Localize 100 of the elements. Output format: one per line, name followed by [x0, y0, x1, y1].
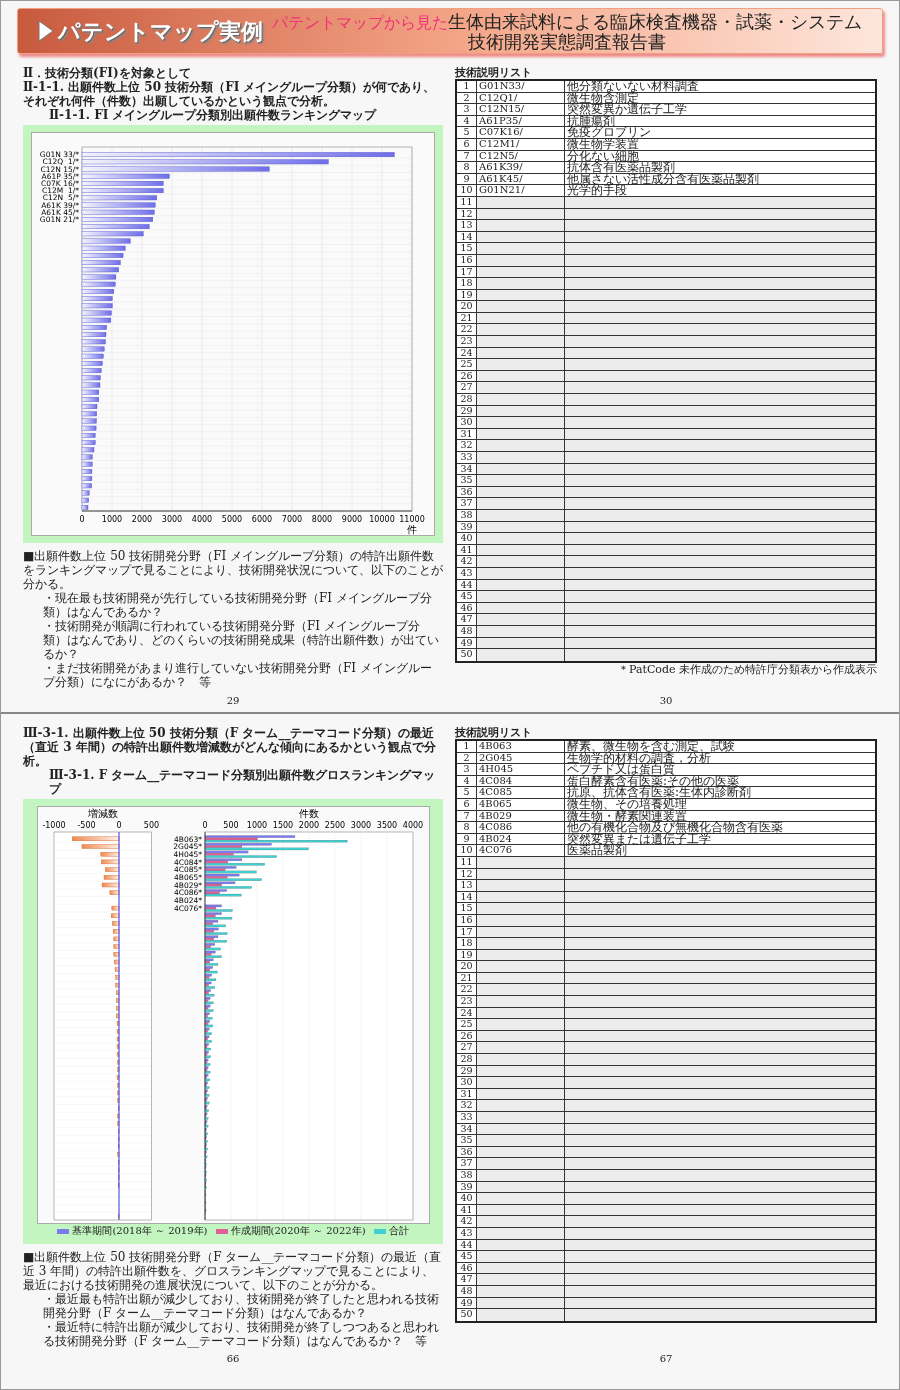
note-bullet: ・最近最も特許出願が減少しており、技術開発が終了したと思われる技術開発分野（F ターム__テーマコード分類）はなんであるか？	[42, 1292, 440, 1320]
banner-subtitle: 生体由来試料による臨床検査機器・試薬・システム	[448, 11, 862, 31]
table-cell: A61K45/	[477, 173, 565, 185]
tick-label: 500	[222, 821, 239, 830]
row-number: 3	[457, 104, 477, 116]
table-cell: C07K16/	[477, 127, 565, 139]
list-title: 技術説明リスト	[455, 726, 533, 739]
note-bullet: ・まだ技術開発があまり進行していない技術開発分野（FI メイングループ分類）になにがあるか？ 等	[42, 661, 433, 689]
table-cell: A61P35/	[477, 115, 565, 127]
table-cell-text: 微生物、その培養処理	[566, 798, 687, 810]
table-cell-text: 微生物学装置	[566, 138, 640, 150]
section-heading: Ⅱ-1-1. 出願件数上位 50 技術分類（FI メイングループ分類）が何であり、それぞれ何件（件数）出願しているかという観点で分析。	[23, 80, 437, 108]
tick-label: 1000	[101, 515, 123, 524]
table-cell-text: 他の有機化合物及び無機化合物含有医薬	[566, 822, 784, 834]
note-bullet: ・最近特に特許出願が減少しており、技術開発が終了しつつあると思われる技術開発分野（F ターム__テーマコード分類）はなんであるか？ 等	[42, 1320, 440, 1348]
chart-title: Ⅲ-3-1. F ターム__テーマコード分類別出願件数グロスランキングマップ	[48, 768, 437, 796]
table-cell-text: 免疫グロブリン	[566, 127, 652, 139]
legend-label: 作成期間(2020年 ～ 2022年)	[230, 1225, 366, 1237]
tick-label: -1000	[41, 821, 66, 830]
table-cell: 4C086	[477, 822, 565, 834]
page-number: 67	[659, 1353, 673, 1366]
table-cell-text: ペプチド又は蛋白質	[566, 764, 675, 776]
table-cell: A61K39/	[477, 162, 565, 174]
row-number: 10	[457, 845, 477, 857]
tick-label: 2000	[298, 821, 319, 830]
chart-title: Ⅱ-1-1. FI メイングループ分類別出願件数ランキングマップ	[48, 108, 378, 122]
tick-label: 0	[201, 821, 208, 830]
row-number: 4	[457, 115, 477, 127]
tick-label: 4000	[402, 821, 423, 830]
note-paragraph: ■出願件数上位 50 技術開発分野（F ターム__テーマコード分類）の最近（直近 3 年間）の特許出願件数を、グロスランキングマップで見ることにより、最近における技術開発の進展状況について、以下のことが分かる。	[23, 1250, 443, 1292]
section-heading: Ⅱ．技術分類(FI)を対象として	[23, 66, 192, 80]
page-number: 66	[226, 1353, 240, 1366]
table-cell: 2G045	[477, 752, 565, 764]
table-cell: G01N33/	[477, 81, 565, 92]
table-cell-text: 微生物・酵素関連装置	[566, 810, 687, 822]
footnote: ＊PatCode 未作成のため特許庁分類表から作成表示	[618, 662, 877, 676]
table-cell-text: 他分類ないない材料調査	[566, 81, 700, 92]
table-cell: 4B024	[477, 833, 565, 845]
legend-label: 基準期間(2018年 ～ 2019年)	[72, 1225, 208, 1237]
row-number: 9	[457, 173, 477, 185]
tick-label: 7000	[281, 515, 303, 524]
tick-label: 3000	[161, 515, 183, 524]
tick-label: 0	[115, 821, 122, 830]
table-cell: C12Q1/	[477, 92, 565, 104]
legend-label: 合計	[388, 1225, 409, 1237]
row-number: 1	[457, 741, 477, 752]
axis-title: 件	[407, 524, 417, 535]
tick-label: 10000	[369, 515, 395, 524]
table-cell-text: 抗体含有医薬品製剤	[566, 162, 675, 174]
table-cell-text: 突然変異または遺伝子工学	[566, 833, 711, 845]
list-title: 技術説明リスト	[455, 66, 533, 79]
tick-label: 5000	[221, 515, 243, 524]
table-cell: 4C085	[477, 787, 565, 799]
row-number: 10	[457, 185, 477, 197]
tick-label: 2500	[324, 821, 345, 830]
row-number: 3	[457, 764, 477, 776]
tick-label: 11000	[399, 515, 425, 524]
tick-label: 4000	[191, 515, 213, 524]
row-number: 7	[457, 150, 477, 162]
row-number: 2	[457, 92, 477, 104]
table-cell-text: 医薬品製剤	[566, 845, 628, 857]
tick-label: 1500	[272, 821, 293, 830]
page-number: 30	[659, 695, 673, 708]
table-cell-text: 抗原、抗体含有医薬:生体内診断剤	[566, 787, 753, 799]
table-cell: C12N15/	[477, 104, 565, 116]
page-number: 29	[226, 695, 240, 708]
row-number: 1	[457, 81, 477, 92]
tick-label: 3500	[376, 821, 397, 830]
row-number: 7	[457, 810, 477, 822]
table-cell: 4B065	[477, 798, 565, 810]
table-cell-text: 抗腫瘍剤	[566, 115, 615, 127]
row-number: 6	[457, 138, 477, 150]
table-cell-text: 他属さない活性成分含有医薬品製剤	[566, 173, 760, 185]
table-cell-text: 微生物含測定	[566, 92, 639, 104]
axis-title: 増減数	[87, 808, 118, 819]
row-number: 6	[457, 798, 477, 810]
table-cell: 4B063	[477, 741, 565, 752]
row-number: 8	[457, 822, 477, 834]
table-cell-text: 光学的手段	[566, 185, 627, 197]
table-cell: 4B029	[477, 810, 565, 822]
note-bullet: ・技術開発が順調に行われている技術開発分野（FI メイングループ分類）はなんであり、どのくらいの技術開発成果（特許出願件数）が出ているか？	[42, 619, 440, 661]
banner-lead: パテントマップから見た	[272, 12, 448, 32]
table-cell-text: 蛋白酵素含有医薬:その他の医薬	[566, 775, 740, 787]
row-number: 9	[457, 833, 477, 845]
row-number: 5	[457, 127, 477, 139]
table-cell: 4C076	[477, 845, 565, 857]
row-number: 2	[457, 752, 477, 764]
tick-label: 2000	[131, 515, 153, 524]
note-bullet: ・現在最も技術開発が先行している技術開発分野（FI メイングループ分類）はなんであるか？	[42, 591, 433, 619]
row-number: 4	[457, 775, 477, 787]
table-cell-text: 突然変異か遺伝子工学	[566, 104, 688, 116]
tick-label: 9000	[341, 515, 363, 524]
tick-label: 8000	[311, 515, 333, 524]
tick-label: -500	[76, 821, 96, 830]
axis-title: 件数	[298, 808, 319, 819]
note-paragraph: ■出願件数上位 50 技術開発分野（FI メイングループ分類）の特許出願件数をランキングマップで見ることにより、技術開発状況について、以下のことが分かる。	[23, 549, 443, 591]
tick-label: 0	[79, 515, 85, 524]
tick-label: 1000	[246, 821, 267, 830]
banner-subtitle: 技術開発実態調査報告書	[468, 31, 666, 51]
table-cell: C12N5/	[477, 150, 565, 162]
